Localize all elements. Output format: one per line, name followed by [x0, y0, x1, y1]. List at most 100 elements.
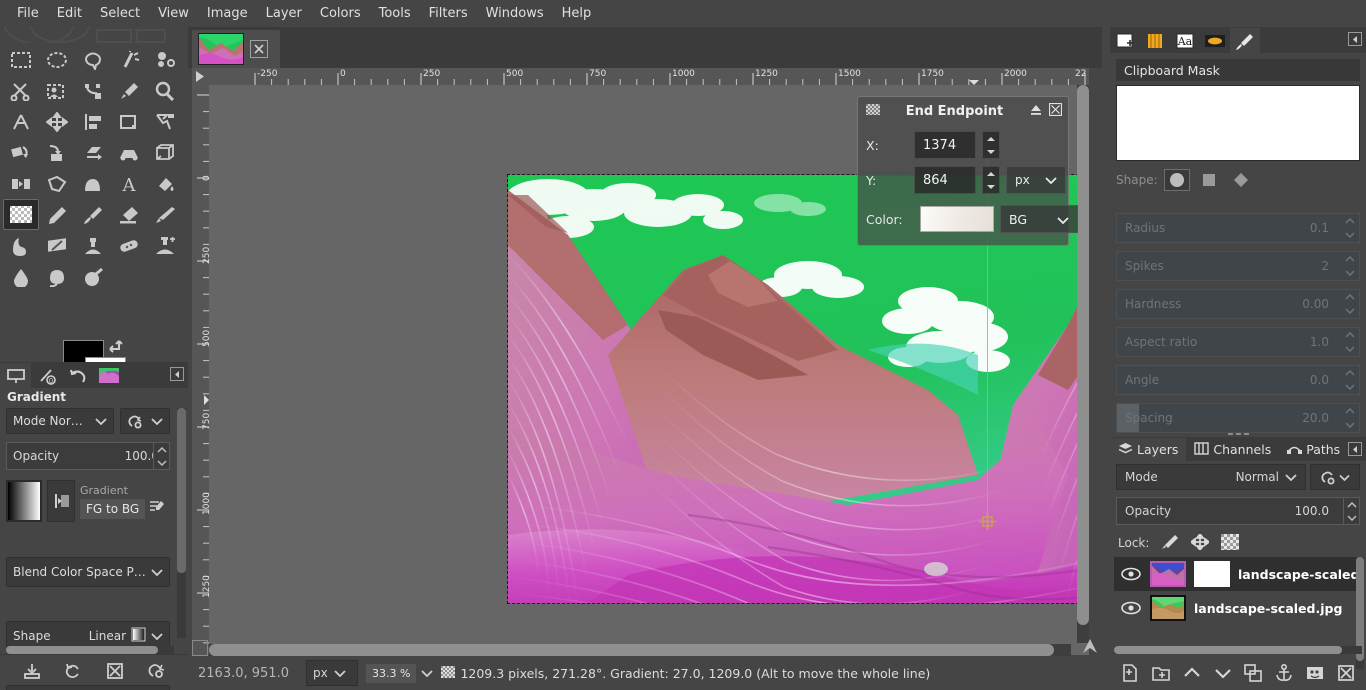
dodge-burn-icon[interactable] — [75, 261, 111, 292]
paths-icon[interactable] — [75, 75, 111, 106]
opacity-stepper[interactable] — [153, 443, 169, 469]
color-picker-icon[interactable] — [111, 75, 147, 106]
heal-icon[interactable] — [111, 230, 147, 261]
dock-menu-icon[interactable] — [170, 367, 184, 381]
shear-icon[interactable] — [75, 137, 111, 168]
device-status-tab[interactable]: 0 — [31, 363, 62, 388]
move-icon[interactable] — [39, 106, 75, 137]
warp-transform-icon[interactable] — [75, 168, 111, 199]
stepper-down-icon[interactable] — [154, 456, 169, 469]
gradient-value[interactable]: FG to BG — [80, 498, 146, 519]
stepper-up-icon[interactable] — [983, 132, 999, 145]
gradient-mode-dropdown[interactable]: Mode Nor… — [6, 408, 114, 434]
eraser-icon[interactable] — [111, 199, 147, 230]
opacity-spinner[interactable]: Opacity 100.0 — [6, 442, 170, 470]
tab-channels[interactable]: Channels — [1186, 438, 1279, 461]
layer-opacity-spinner[interactable]: Opacity 100.0 — [1116, 497, 1360, 525]
cage-transform-icon[interactable] — [39, 168, 75, 199]
tab-paths[interactable]: Paths — [1279, 438, 1348, 461]
quick-mask-toggle[interactable] — [192, 640, 208, 656]
brushes-tab[interactable] — [1230, 28, 1260, 53]
flip-icon[interactable] — [3, 168, 39, 199]
menu-layer[interactable]: Layer — [257, 3, 311, 24]
patterns-tab[interactable] — [1140, 28, 1170, 53]
raise-layer-icon[interactable] — [1181, 662, 1203, 684]
menu-tools[interactable]: Tools — [370, 3, 420, 24]
layer-mode-dropdown[interactable]: Mode Normal — [1116, 464, 1306, 490]
paintbrush-icon[interactable] — [75, 199, 111, 230]
airbrush-icon[interactable] — [147, 199, 183, 230]
detach-dialog-icon[interactable] — [1029, 104, 1043, 119]
canvas-vertical-scrollbar[interactable] — [1077, 85, 1089, 643]
stepper-up-icon[interactable] — [983, 167, 999, 180]
navigation-preview-icon[interactable] — [1080, 636, 1100, 656]
brush-shape-circle[interactable] — [1163, 169, 1190, 191]
lower-layer-icon[interactable] — [1212, 662, 1234, 684]
layer-mask-thumbnail[interactable] — [1194, 561, 1230, 587]
scissors-select-icon[interactable] — [3, 75, 39, 106]
endpoint-color-source-dropdown[interactable]: BG — [1000, 205, 1078, 233]
mypaint-brush-icon[interactable] — [39, 230, 75, 261]
gradient-reverse-button[interactable] — [47, 480, 75, 522]
alignment-icon[interactable] — [75, 106, 111, 137]
unit-dropdown[interactable]: px — [306, 660, 358, 686]
menu-colors[interactable]: Colors — [311, 3, 370, 24]
restore-tool-preset-icon[interactable] — [64, 662, 82, 683]
endpoint-x-stepper[interactable] — [982, 131, 1000, 159]
endpoint-y-stepper[interactable] — [982, 166, 1000, 194]
layer-list-hscrollbar[interactable] — [1114, 646, 1362, 654]
images-tab[interactable] — [1110, 28, 1140, 53]
brush-shape-diamond[interactable] — [1228, 169, 1254, 191]
delete-layer-icon[interactable] — [1335, 662, 1357, 684]
new-layer-group-icon[interactable] — [1150, 662, 1172, 684]
end-endpoint-dialog[interactable]: End Endpoint X: 1374 Y: 864 px Color: BG — [857, 96, 1078, 246]
undo-history-tab[interactable] — [62, 363, 93, 388]
pencil-icon[interactable] — [39, 199, 75, 230]
selected-brush-name[interactable]: Clipboard Mask — [1116, 59, 1360, 81]
new-layer-icon[interactable] — [1119, 662, 1141, 684]
layer-visibility-icon[interactable] — [1120, 597, 1142, 619]
measure-icon[interactable] — [3, 106, 39, 137]
gradients-tab[interactable] — [1200, 28, 1230, 53]
menu-help[interactable]: Help — [553, 3, 601, 24]
brush-preview[interactable] — [1116, 85, 1360, 161]
stepper-up-icon[interactable] — [1344, 498, 1359, 511]
stepper-up-icon[interactable] — [154, 443, 169, 456]
rect-select-icon[interactable] — [3, 44, 39, 75]
ink-icon[interactable] — [3, 230, 39, 261]
zoom-dropdown[interactable]: 33.3 % — [366, 660, 434, 686]
duplicate-layer-icon[interactable] — [1242, 662, 1264, 684]
menu-windows[interactable]: Windows — [477, 3, 553, 24]
anchor-layer-icon[interactable] — [1273, 662, 1295, 684]
menu-file[interactable]: File — [8, 3, 48, 24]
gradient-edit-icon[interactable] — [149, 499, 165, 518]
layer-opacity-stepper[interactable] — [1343, 498, 1359, 524]
close-tab-icon[interactable] — [250, 40, 268, 58]
lock-alpha-icon[interactable] — [1221, 533, 1240, 553]
tool-options-tab[interactable] — [0, 363, 31, 388]
canvas-horizontal-scrollbar[interactable] — [209, 644, 1071, 656]
fonts-tab[interactable]: Aa — [1170, 28, 1200, 53]
clone-icon[interactable] — [75, 230, 111, 261]
layer-visibility-icon[interactable] — [1120, 563, 1142, 585]
ruler-corner[interactable] — [192, 68, 209, 85]
blend-color-space-dropdown[interactable]: Blend Color Space P… — [6, 557, 170, 587]
rotate-icon[interactable] — [3, 137, 39, 168]
layer-mode-reset-button[interactable] — [1310, 464, 1360, 490]
crop-icon[interactable] — [111, 106, 147, 137]
layer-mask-icon[interactable] — [1304, 662, 1326, 684]
tool-options-hscrollbar[interactable] — [6, 646, 174, 654]
endpoint-color-swatch[interactable] — [920, 206, 994, 232]
vertical-ruler[interactable]: 0 250 500 750 1000 1250 — [192, 85, 209, 655]
free-select-icon[interactable] — [75, 44, 111, 75]
swap-colors-icon[interactable] — [108, 337, 126, 353]
perspective-icon[interactable] — [111, 137, 147, 168]
stepper-down-icon[interactable] — [1344, 511, 1359, 524]
zoom-icon[interactable] — [147, 75, 183, 106]
brush-shape-square[interactable] — [1196, 169, 1222, 191]
scale-icon[interactable] — [39, 137, 75, 168]
lock-pixels-icon[interactable] — [1161, 534, 1179, 553]
gradient-preview[interactable] — [6, 480, 42, 522]
menu-edit[interactable]: Edit — [48, 3, 91, 24]
menu-image[interactable]: Image — [198, 3, 257, 24]
